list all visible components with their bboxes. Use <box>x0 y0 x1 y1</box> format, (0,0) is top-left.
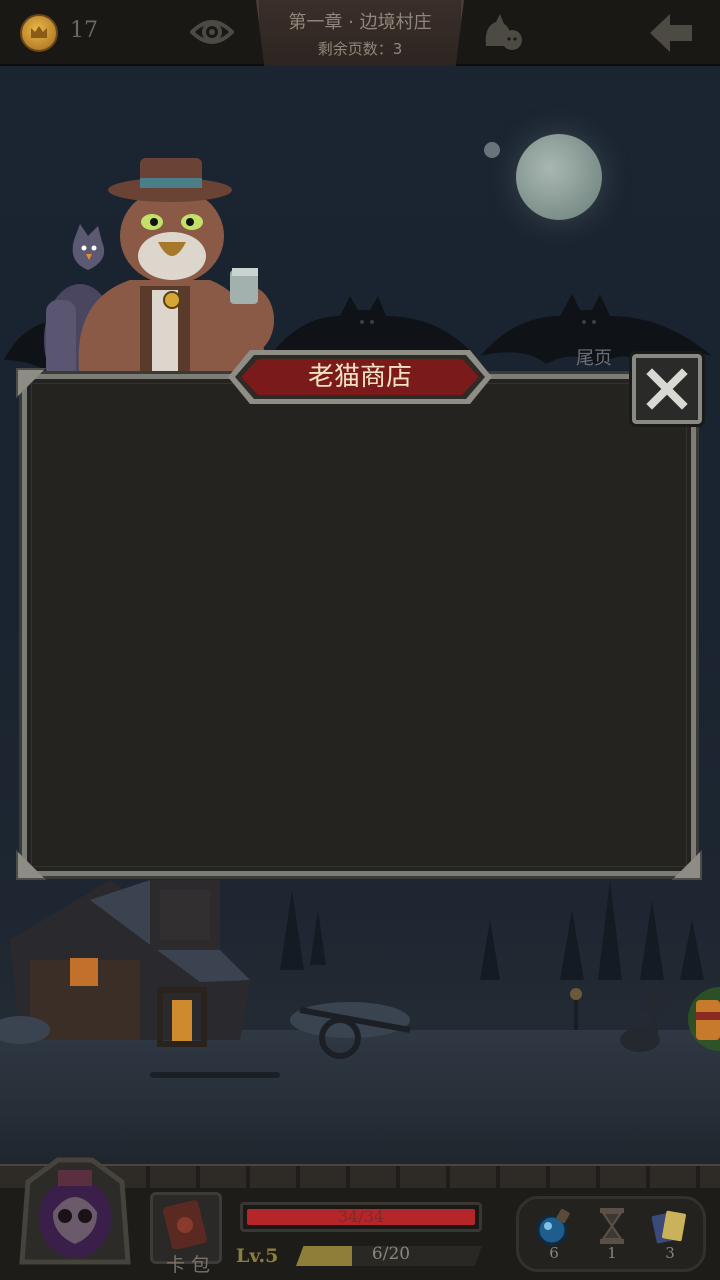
party-icon[interactable] <box>482 12 526 52</box>
crown-coin-icon <box>20 14 58 52</box>
health-text: 34/34 <box>337 1207 385 1226</box>
coin-count: 17 <box>70 18 98 43</box>
pages-remaining: 剩余页数：3 <box>317 40 403 58</box>
snowflake <box>484 142 500 158</box>
hourglass-count: 1 <box>607 1244 617 1262</box>
village-scenery <box>0 880 704 1059</box>
hourglass-icon[interactable] <box>592 1206 632 1246</box>
eye-icon[interactable] <box>190 14 234 50</box>
cards-icon[interactable] <box>650 1206 690 1246</box>
shop-title: 老猫商店 <box>307 362 412 392</box>
potion-icon[interactable] <box>534 1206 574 1246</box>
health-bar: 34/34 <box>240 1202 482 1232</box>
back-arrow-icon[interactable] <box>648 12 694 54</box>
cards-count: 3 <box>665 1244 675 1262</box>
card-pack-label: 卡 包 <box>165 1254 211 1276</box>
chapter-plate: 第一章 · 边境村庄 剩余页数：3 <box>256 0 464 66</box>
potion-count: 6 <box>549 1244 559 1262</box>
merchant-cat-character <box>44 158 274 380</box>
shop-content-area <box>31 383 687 867</box>
moon <box>516 134 602 220</box>
experience-text: 6/20 <box>371 1244 411 1264</box>
shop-dialog <box>19 371 699 879</box>
experience-fill <box>296 1246 352 1266</box>
close-button[interactable] <box>629 351 705 427</box>
bat-label: 尾页 <box>576 348 612 369</box>
chapter-title: 第一章 · 边境村庄 <box>288 12 432 33</box>
card-pack-icon <box>163 1200 207 1249</box>
close-icon <box>646 368 688 410</box>
level-label: Lv.5 <box>236 1245 279 1267</box>
side-bag-button[interactable] <box>686 984 720 1054</box>
hero-portrait-button[interactable] <box>18 1152 132 1274</box>
